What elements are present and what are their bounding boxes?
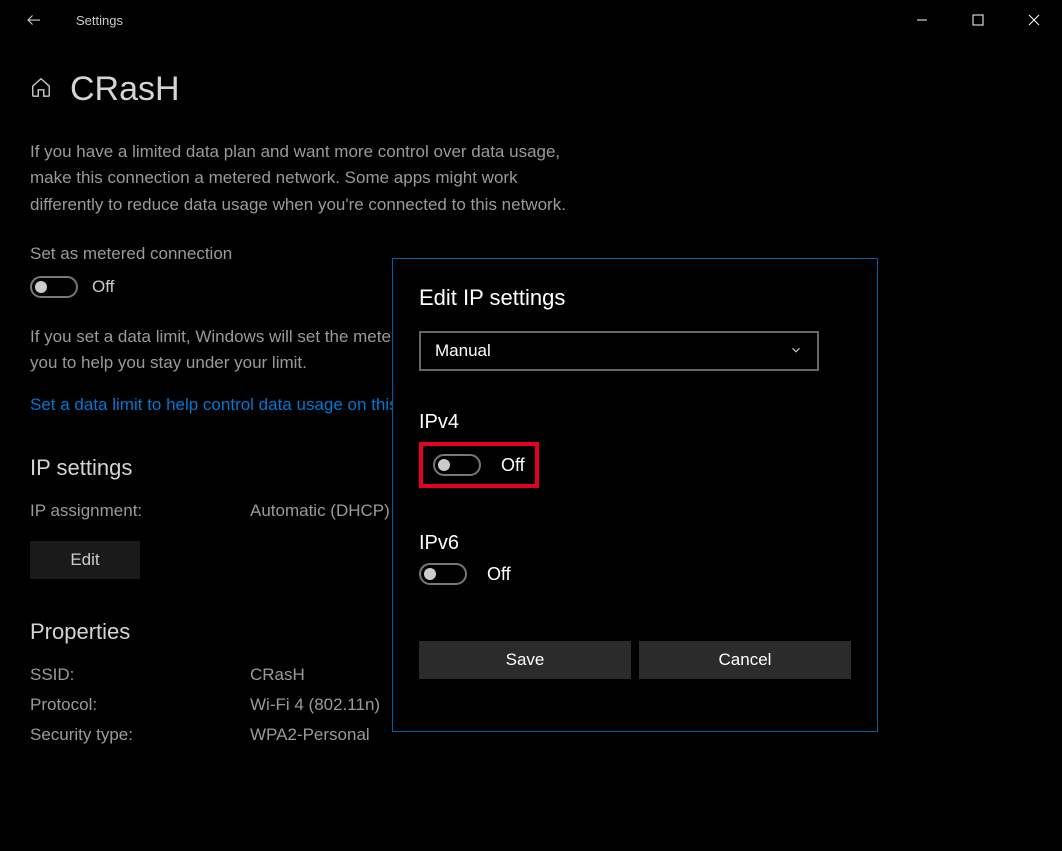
maximize-button[interactable] [950,0,1006,40]
ipv4-toggle[interactable] [433,454,481,476]
property-key: SSID: [30,665,250,685]
ipv4-state: Off [501,455,525,476]
ipv4-highlight: Off [419,442,539,488]
ip-assignment-value: Automatic (DHCP) [250,501,390,521]
ip-mode-dropdown[interactable]: Manual [419,331,819,371]
ipv6-toggle[interactable] [419,563,467,585]
window-title: Settings [76,13,123,28]
back-button[interactable] [14,11,54,29]
property-key: Security type: [30,725,250,745]
property-val: CRasH [250,665,305,685]
dialog-title: Edit IP settings [419,285,851,311]
property-val: WPA2-Personal [250,725,370,745]
metered-toggle[interactable] [30,276,78,298]
property-val: Wi-Fi 4 (802.11n) [250,695,380,715]
save-button[interactable]: Save [419,641,631,679]
page-title: CRasH [70,70,180,109]
dropdown-value: Manual [435,341,491,361]
chevron-down-icon [789,343,803,360]
window-controls [894,0,1062,40]
property-key: Protocol: [30,695,250,715]
metered-description: If you have a limited data plan and want… [30,139,590,218]
edit-ip-dialog: Edit IP settings Manual IPv4 Off IPv6 Of… [392,258,878,732]
ip-assignment-label: IP assignment: [30,501,250,521]
metered-state: Off [92,277,114,297]
ipv6-toggle-row: Off [419,563,851,585]
close-button[interactable] [1006,0,1062,40]
page-header: CRasH [30,70,590,109]
dialog-buttons: Save Cancel [419,641,851,679]
ipv4-toggle-row: Off [433,454,525,476]
ipv6-state: Off [487,564,511,585]
ipv4-label: IPv4 [419,411,851,434]
minimize-button[interactable] [894,0,950,40]
edit-ip-button[interactable]: Edit [30,541,140,579]
ipv6-label: IPv6 [419,532,851,555]
ipv6-block: IPv6 Off [419,532,851,585]
cancel-button[interactable]: Cancel [639,641,851,679]
home-icon [30,76,52,104]
